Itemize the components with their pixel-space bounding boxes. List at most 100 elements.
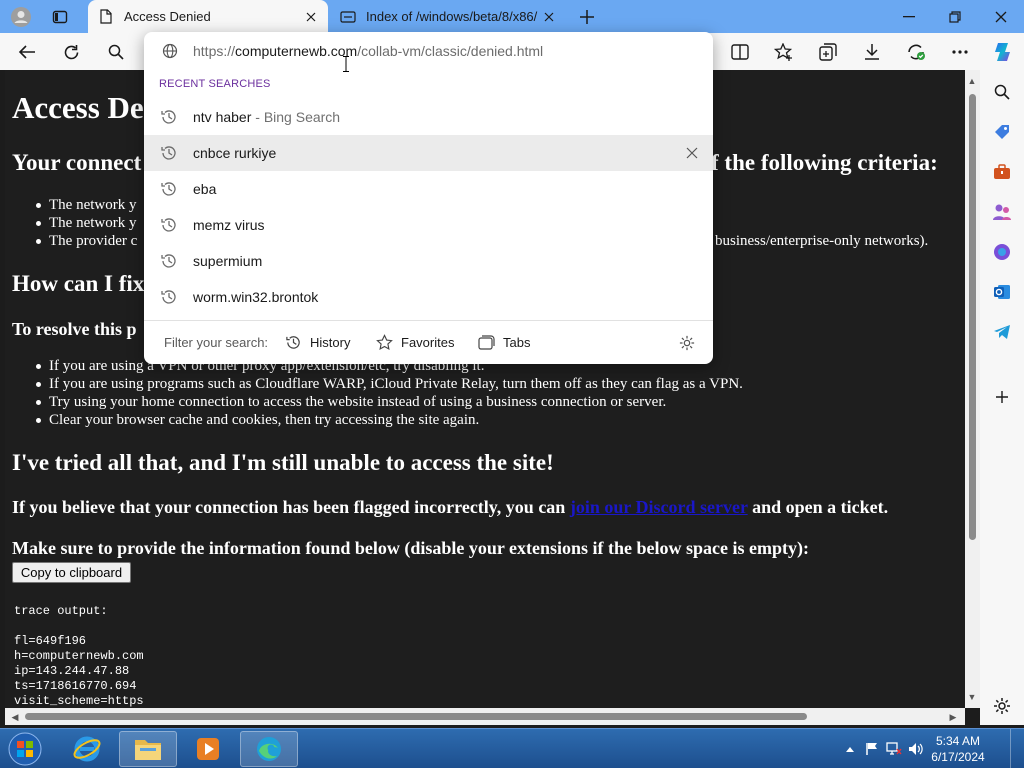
list-item: Try using your home connection to access… bbox=[36, 394, 666, 411]
history-icon bbox=[286, 336, 300, 349]
remove-suggestion-icon[interactable] bbox=[683, 144, 701, 162]
screen: Access Denied Index of /windows/beta/8/x… bbox=[0, 0, 1024, 768]
page-title: Access De bbox=[12, 90, 144, 125]
taskbar: 5:34 AM 6/17/2024 bbox=[0, 728, 1024, 768]
tab-access-denied[interactable]: Access Denied bbox=[88, 0, 328, 33]
tab-actions-icon[interactable] bbox=[47, 4, 73, 30]
shopping-tag-icon[interactable] bbox=[989, 119, 1015, 145]
list-item-end: business/enterprise-only networks). bbox=[715, 233, 929, 249]
more-icon[interactable] bbox=[947, 39, 973, 65]
gear-icon[interactable] bbox=[989, 693, 1015, 719]
tabs-icon bbox=[478, 335, 495, 350]
scroll-thumb[interactable] bbox=[25, 713, 807, 720]
clock-icon bbox=[160, 180, 178, 201]
connection-heading: Your connect bbox=[12, 150, 142, 175]
vertical-scrollbar[interactable]: ▲ ▼ bbox=[965, 70, 980, 708]
office-icon[interactable] bbox=[989, 239, 1015, 265]
scroll-down-icon[interactable]: ▼ bbox=[965, 690, 979, 704]
search-icon[interactable] bbox=[103, 39, 129, 65]
address-bar[interactable]: https://computernewb.com/collab-vm/class… bbox=[144, 32, 713, 70]
explorer-icon[interactable] bbox=[119, 731, 177, 767]
url-text[interactable]: https://computernewb.com/collab-vm/class… bbox=[193, 43, 543, 59]
network-icon[interactable] bbox=[886, 741, 902, 757]
tab-title: Access Denied bbox=[124, 9, 211, 24]
filter-history-button[interactable]: History bbox=[285, 329, 350, 356]
search-icon[interactable] bbox=[989, 79, 1015, 105]
list-item: Clear your browser cache and cookies, th… bbox=[36, 412, 479, 429]
clock-icon bbox=[160, 144, 178, 165]
ie-icon[interactable] bbox=[58, 731, 116, 767]
back-icon[interactable] bbox=[14, 39, 40, 65]
clock-date: 6/17/2024 bbox=[931, 750, 985, 764]
globe-icon bbox=[162, 43, 178, 62]
flag-icon[interactable] bbox=[864, 741, 880, 757]
list-item: The network y bbox=[36, 215, 136, 232]
recent-searches-label: RECENT SEARCHES bbox=[159, 78, 271, 90]
restore-icon[interactable] bbox=[932, 0, 978, 33]
clock-time: 5:34 AM bbox=[935, 734, 981, 748]
add-icon[interactable] bbox=[989, 384, 1015, 410]
page-icon bbox=[340, 9, 356, 25]
profile-icon[interactable] bbox=[8, 4, 34, 30]
suggestion-item[interactable]: memz virus bbox=[144, 207, 713, 243]
new-tab-icon[interactable] bbox=[574, 4, 600, 30]
clock-icon bbox=[160, 252, 178, 273]
list-item: The provider c bbox=[36, 233, 137, 250]
clock-icon bbox=[160, 216, 178, 237]
filter-favorites-button[interactable]: Favorites bbox=[376, 329, 454, 356]
tab-strip: Access Denied Index of /windows/beta/8/x… bbox=[0, 0, 1024, 33]
resolve-heading: To resolve this p bbox=[12, 319, 137, 339]
page-icon bbox=[98, 9, 114, 25]
tools-icon[interactable] bbox=[989, 159, 1015, 185]
outlook-icon[interactable] bbox=[989, 279, 1015, 305]
gear-icon[interactable] bbox=[679, 329, 695, 356]
volume-icon[interactable] bbox=[908, 741, 924, 757]
discord-link[interactable]: join our Discord server bbox=[570, 497, 748, 517]
telegram-icon[interactable] bbox=[989, 319, 1015, 345]
start-orb-icon[interactable] bbox=[6, 730, 44, 768]
show-desktop-button[interactable] bbox=[1010, 729, 1024, 768]
horizontal-scrollbar[interactable]: ◀ ▶ bbox=[5, 708, 965, 725]
favorites-icon[interactable] bbox=[771, 39, 797, 65]
suggestion-item[interactable]: ntv haber - Bing Search bbox=[144, 99, 713, 135]
collections-icon[interactable] bbox=[815, 39, 841, 65]
clock-icon bbox=[160, 288, 178, 309]
copilot-icon[interactable] bbox=[989, 39, 1015, 65]
close-icon[interactable] bbox=[978, 0, 1024, 33]
refresh-icon[interactable] bbox=[58, 39, 84, 65]
connection-heading-end: f the following criteria: bbox=[711, 150, 938, 175]
scroll-thumb[interactable] bbox=[969, 94, 976, 540]
scroll-right-icon[interactable]: ▶ bbox=[946, 710, 960, 724]
tab-title: Index of /windows/beta/8/x86/ bbox=[366, 9, 538, 24]
scroll-left-icon[interactable]: ◀ bbox=[8, 710, 22, 724]
clock-icon bbox=[160, 108, 178, 129]
suggestion-item[interactable]: cnbce rurkiye bbox=[144, 135, 713, 171]
split-screen-icon[interactable] bbox=[727, 39, 753, 65]
suggestion-item[interactable]: eba bbox=[144, 171, 713, 207]
discord-line: If you believe that your connection has … bbox=[12, 497, 889, 517]
copy-to-clipboard-button[interactable]: Copy to clipboard bbox=[12, 562, 131, 583]
suggestion-item[interactable]: supermium bbox=[144, 243, 713, 279]
sidebar bbox=[980, 70, 1024, 725]
scroll-up-icon[interactable]: ▲ bbox=[965, 74, 979, 88]
clock[interactable]: 5:34 AM 6/17/2024 bbox=[928, 733, 988, 765]
filter-label: Filter your search: bbox=[164, 335, 269, 350]
tried-heading: I've tried all that, and I'm still unabl… bbox=[12, 450, 554, 475]
people-icon[interactable] bbox=[989, 199, 1015, 225]
address-bar-dropdown: https://computernewb.com/collab-vm/class… bbox=[144, 32, 713, 364]
close-icon[interactable] bbox=[538, 6, 560, 28]
filter-tabs-button[interactable]: Tabs bbox=[478, 329, 530, 356]
tab-index-of[interactable]: Index of /windows/beta/8/x86/ bbox=[330, 0, 566, 33]
trace-output: trace output: fl=649f196 h=computernewb.… bbox=[14, 604, 144, 708]
minimize-icon[interactable] bbox=[886, 0, 932, 33]
close-icon[interactable] bbox=[300, 6, 322, 28]
downloads-icon[interactable] bbox=[859, 39, 885, 65]
star-icon bbox=[376, 334, 393, 351]
edge-icon[interactable] bbox=[240, 731, 298, 767]
suggestion-item[interactable]: worm.win32.brontok bbox=[144, 279, 713, 315]
media-player-icon[interactable] bbox=[179, 731, 237, 767]
search-filter-bar: Filter your search: History Favorites Ta… bbox=[144, 321, 713, 364]
extensions-icon[interactable] bbox=[903, 39, 929, 65]
list-item: The network y bbox=[36, 197, 136, 214]
show-hidden-icons-icon[interactable] bbox=[842, 741, 858, 757]
